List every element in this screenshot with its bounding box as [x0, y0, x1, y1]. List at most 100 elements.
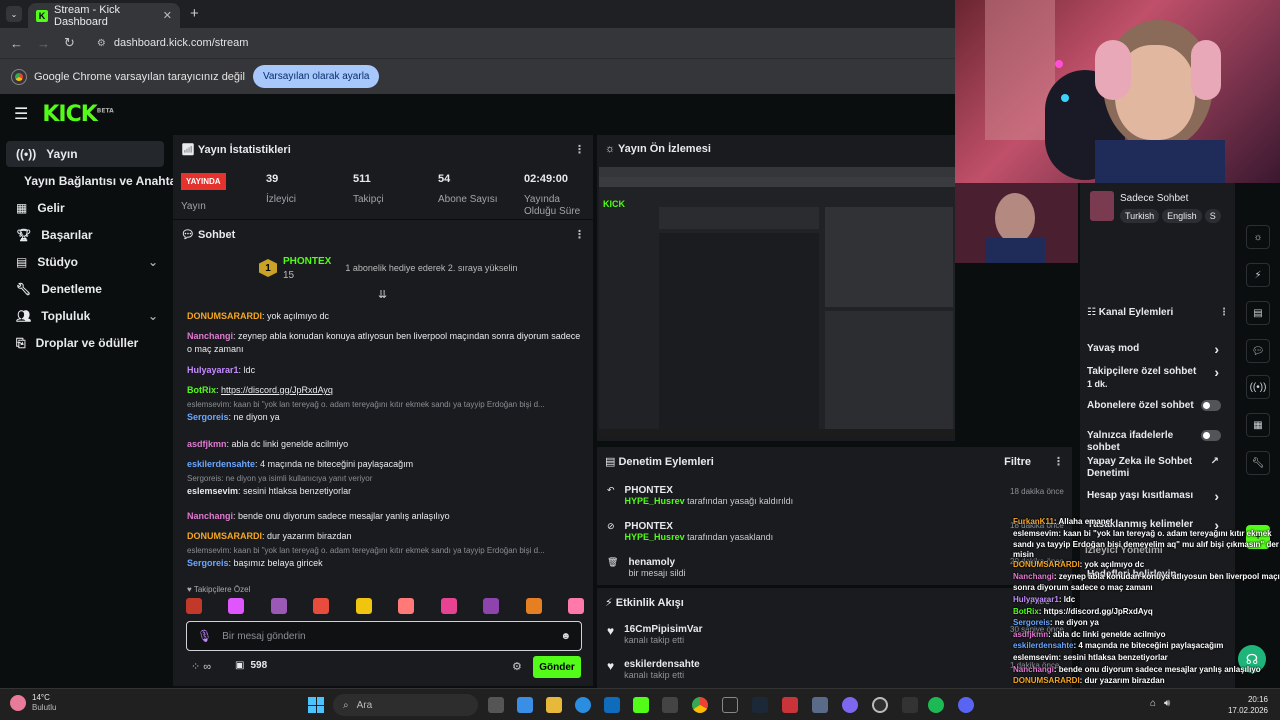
- chat-message[interactable]: asdfjkmn: abla dc linki genelde acilmiyo: [187, 438, 587, 451]
- app-icon[interactable]: [662, 697, 678, 713]
- emote[interactable]: kiss: [313, 598, 330, 614]
- channel-action-item[interactable]: Yalnızca ifadelerle sohbet: [1087, 430, 1227, 454]
- menu-icon[interactable]: ☰: [14, 104, 28, 124]
- app-icon[interactable]: [812, 697, 828, 713]
- emote[interactable]: cat: [398, 598, 415, 614]
- broadcast-toggle-icon[interactable]: ((•)): [1246, 375, 1270, 399]
- chat-username[interactable]: DONUMSARARDI: [187, 531, 262, 541]
- emote[interactable]: IY: [355, 598, 372, 614]
- back-icon[interactable]: ←: [10, 36, 23, 51]
- emote[interactable]: SLAY: [228, 598, 245, 614]
- sidebar-item-moderation[interactable]: 🔧︎ Denetleme: [6, 276, 164, 302]
- sidebar-item-achievements[interactable]: 🏆︎ Başarılar: [6, 222, 164, 248]
- app-icon[interactable]: [782, 697, 798, 713]
- scroll-down-icon[interactable]: ⇊: [378, 288, 387, 301]
- spotify-icon[interactable]: [928, 697, 944, 713]
- chat-message[interactable]: Sergoreis: ne diyon ya: [187, 411, 587, 424]
- tag-pill[interactable]: English: [1162, 209, 1202, 223]
- app-icon[interactable]: [842, 697, 858, 713]
- channel-action-item[interactable]: Abonelere özel sohbet: [1087, 400, 1227, 412]
- sidebar-item-revenue[interactable]: ▦ Gelir: [6, 195, 164, 221]
- tab-close-icon[interactable]: ✕: [163, 9, 172, 22]
- chat-username[interactable]: eslemsevim: [187, 486, 238, 496]
- tag-pill[interactable]: S: [1204, 209, 1221, 223]
- chat-username[interactable]: Nanchangi: [187, 511, 233, 521]
- kick-logo[interactable]: KICKBETA: [42, 102, 113, 127]
- weather-widget[interactable]: 14°C Bulutlu: [10, 693, 56, 713]
- forward-icon[interactable]: →: [37, 36, 50, 51]
- new-tab-button[interactable]: +: [190, 5, 199, 22]
- browser-tab[interactable]: K Stream - Kick Dashboard ✕: [28, 3, 180, 28]
- epic-icon[interactable]: [722, 697, 738, 713]
- outlook-icon[interactable]: [604, 697, 620, 713]
- sidebar-item-stream[interactable]: ((•)) Yayın: [6, 141, 164, 167]
- stats-menu-icon[interactable]: ⋮: [574, 143, 585, 156]
- chat-username[interactable]: Sergoreis: [187, 558, 229, 568]
- document-icon[interactable]: ▤: [1246, 301, 1270, 325]
- app-icon[interactable]: [902, 697, 918, 713]
- chat-username[interactable]: asdfjkmn: [187, 439, 227, 449]
- chat-username[interactable]: Hulyayarar1: [187, 365, 239, 375]
- moderation-menu-icon[interactable]: ⋮: [1053, 456, 1064, 468]
- chat-username[interactable]: Sergoreis: [187, 412, 229, 422]
- steam-icon[interactable]: [752, 697, 768, 713]
- sidebar-item-stream-key[interactable]: Yayın Bağlantısı ve Anahtarı: [6, 168, 184, 194]
- points-display[interactable]: ▣ 598: [235, 660, 267, 671]
- address-bar[interactable]: ⚙ dashboard.kick.com/stream: [89, 32, 945, 54]
- taskbar-search[interactable]: ⌕ Ara: [333, 694, 478, 716]
- chat-toggle-icon[interactable]: 💬︎: [1246, 339, 1270, 363]
- chat-message-input[interactable]: 🎙︎ Bir mesaj gönderin ☻: [186, 621, 582, 651]
- wrench-toggle-icon[interactable]: 🔧︎: [1246, 451, 1270, 475]
- channel-action-item[interactable]: Yapay Zeka ile Sohbet Denetimi ↗: [1087, 456, 1227, 480]
- obs-icon[interactable]: [872, 697, 888, 713]
- channel-actions-menu-icon[interactable]: ⋮: [1219, 307, 1229, 318]
- chat-username[interactable]: DONUMSARARDI: [187, 311, 262, 321]
- chat-message[interactable]: Nanchangi: zeynep abla konudan konuya at…: [187, 330, 587, 356]
- chat-menu-icon[interactable]: ⋮: [574, 228, 585, 241]
- chat-message[interactable]: eslemsevim: sesini htlaksa benzetiyorlar: [187, 485, 587, 498]
- clock[interactable]: 20:16 17.02.2026: [1210, 694, 1268, 716]
- emote[interactable]: fig: [567, 598, 584, 614]
- bolt-toggle-icon[interactable]: ⚡︎: [1246, 263, 1270, 287]
- start-icon[interactable]: [308, 697, 324, 713]
- emoji-icon[interactable]: ☻: [560, 631, 571, 642]
- chrome-taskbar-icon[interactable]: [692, 697, 708, 713]
- chat-settings-icon[interactable]: ⚙: [512, 660, 522, 673]
- discord-icon[interactable]: [958, 697, 974, 713]
- chat-username[interactable]: eskilerdensahte: [187, 459, 255, 469]
- preview-toggle-icon[interactable]: ☼: [1246, 225, 1270, 249]
- emote[interactable]: SEX ME!: [525, 598, 542, 614]
- chat-message[interactable]: Nanchangi: bende onu diyorum sadece mesa…: [187, 510, 587, 523]
- moderation-filter-button[interactable]: Filtre: [1004, 456, 1031, 468]
- task-view-icon[interactable]: [488, 697, 504, 713]
- sidebar-item-studio[interactable]: ▤ Stüdyo ⌄: [6, 249, 164, 275]
- file-explorer-icon[interactable]: [546, 697, 562, 713]
- system-tray[interactable]: ⌂ 🔊︎: [1150, 698, 1170, 709]
- chat-message[interactable]: eskilerdensahte: 4 maçında ne biteceğini…: [187, 458, 587, 471]
- microphone-icon[interactable]: 🎙︎: [197, 629, 212, 643]
- edge-icon[interactable]: [575, 697, 591, 713]
- emote[interactable]: GG GIRL: [186, 598, 202, 614]
- chat-username[interactable]: BotRix: [187, 385, 216, 395]
- channel-action-item[interactable]: Takipçilere özel sohbet 1 dk. ›: [1087, 365, 1227, 390]
- chat-message[interactable]: Sergoreis: başımız belaya giricek: [187, 557, 587, 570]
- chat-message[interactable]: Hulyayarar1: ldc: [187, 364, 587, 377]
- emote[interactable]: tag: [483, 598, 500, 614]
- set-default-button[interactable]: Varsayılan olarak ayarla: [252, 65, 380, 88]
- sidebar-item-drops[interactable]: ⎘ Droplar ve ödüller: [6, 330, 164, 356]
- list-toggle-icon[interactable]: ▦: [1246, 413, 1270, 437]
- site-info-icon[interactable]: ⚙: [97, 38, 106, 49]
- channel-action-item[interactable]: Yavaş mod ›: [1087, 342, 1227, 356]
- chat-message[interactable]: BotRix: https://discord.gg/JpRxdAyq: [187, 384, 587, 397]
- channel-action-item[interactable]: Hesap yaşı kısıtlaması ›: [1087, 489, 1227, 503]
- emote[interactable]: UwU: [270, 598, 287, 614]
- chat-username[interactable]: Nanchangi: [187, 331, 233, 341]
- infinity-icon[interactable]: ⁘ ∞: [191, 660, 211, 673]
- chat-message[interactable]: DONUMSARARDI: yok açılmıyo dc: [187, 310, 587, 323]
- reload-icon[interactable]: ↻: [64, 35, 75, 51]
- send-button[interactable]: Gönder: [533, 656, 581, 678]
- kick-app-icon[interactable]: [633, 697, 649, 713]
- chat-message[interactable]: DONUMSARARDI: dur yazarım birazdan: [187, 530, 587, 543]
- tab-list-button[interactable]: ⌄: [6, 6, 22, 22]
- emote[interactable]: pic: [440, 598, 457, 614]
